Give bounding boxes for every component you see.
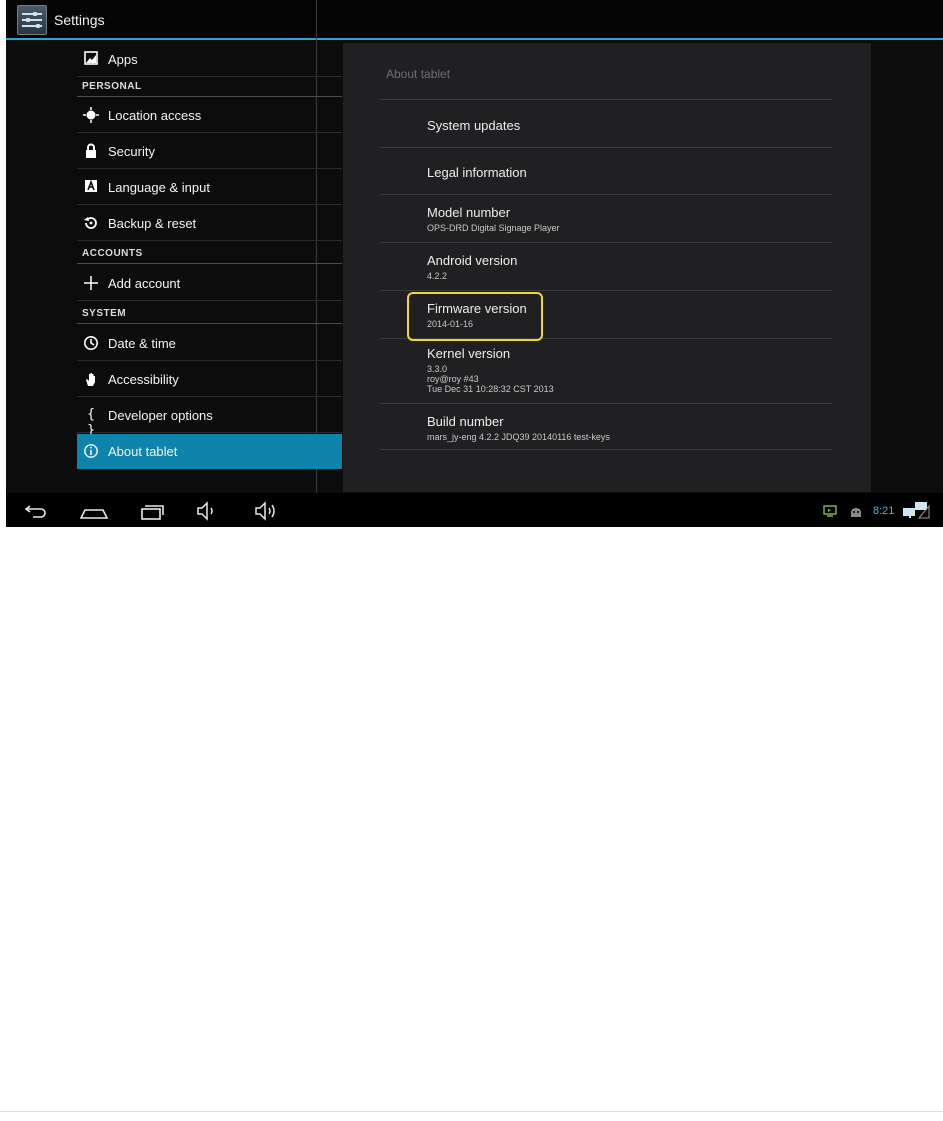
- volume-down-icon: [197, 501, 213, 521]
- settings-item-label: About tablet: [108, 444, 178, 459]
- settings-item-backup-reset[interactable]: Backup & reset: [77, 206, 342, 241]
- clock-icon: [83, 335, 99, 351]
- row-build-number: Build number mars_jy-eng 4.2.2 JDQ39 201…: [380, 403, 832, 449]
- section-header-label: SYSTEM: [82, 308, 127, 319]
- home-button[interactable]: [79, 500, 109, 522]
- settings-item-about-tablet[interactable]: About tablet: [77, 434, 342, 469]
- row-title: Android version: [427, 253, 518, 268]
- section-header-label: ACCOUNTS: [82, 248, 143, 259]
- volume-down-button[interactable]: [193, 500, 223, 522]
- section-header-system: SYSTEM: [77, 304, 342, 324]
- info-icon: [83, 443, 99, 459]
- home-icon: [79, 509, 109, 519]
- row-model-number: Model number OPS-DRD Digital Signage Pla…: [380, 194, 832, 242]
- braces-icon: { }: [87, 407, 95, 438]
- section-header-label: PERSONAL: [82, 81, 142, 92]
- system-nav-bar: 8:21: [6, 493, 943, 527]
- row-title: Kernel version: [427, 346, 511, 361]
- tablet-screen: Settings Apps PERSONAL Location access S…: [6, 0, 943, 527]
- plus-icon: [83, 275, 99, 291]
- volume-up-button[interactable]: [251, 500, 281, 522]
- firmware-highlight-box: [407, 292, 543, 341]
- back-arrow-icon: [24, 505, 46, 518]
- settings-item-label: Security: [108, 144, 155, 159]
- row-value: OPS-DRD Digital Signage Player: [427, 223, 560, 233]
- apps-image-icon: [83, 51, 99, 67]
- settings-item-security[interactable]: Security: [77, 134, 342, 169]
- row-kernel-version: Kernel version 3.3.0 roy@roy #43 Tue Dec…: [380, 338, 832, 403]
- panel-title: About tablet: [386, 67, 451, 81]
- settings-app-icon[interactable]: [17, 5, 47, 35]
- keyboard-a-icon: [83, 179, 99, 195]
- app-title: Settings: [54, 12, 105, 28]
- volume-up-icon: [255, 501, 275, 521]
- settings-item-label: Date & time: [108, 336, 176, 351]
- screen-notification-icon[interactable]: [823, 504, 837, 522]
- settings-item-language-input[interactable]: Language & input: [77, 170, 342, 205]
- settings-item-label: Add account: [108, 276, 181, 291]
- action-bar: Settings: [6, 0, 943, 40]
- settings-item-developer-options[interactable]: { } Developer options: [77, 398, 342, 438]
- row-title: Model number: [427, 205, 511, 220]
- row-value: 4.2.2: [427, 271, 448, 281]
- section-header-personal: PERSONAL: [77, 77, 342, 97]
- settings-item-label: Developer options: [108, 408, 213, 423]
- row-value-line: Tue Dec 31 10:28:32 CST 2013: [427, 384, 554, 394]
- settings-item-label: Apps: [108, 52, 138, 67]
- settings-item-apps[interactable]: Apps: [77, 42, 342, 77]
- recent-apps-icon: [141, 505, 164, 520]
- settings-item-accessibility[interactable]: Accessibility: [77, 362, 342, 397]
- restore-icon: [83, 215, 99, 231]
- settings-item-label: Location access: [108, 108, 202, 123]
- recent-apps-button[interactable]: [137, 500, 167, 522]
- settings-item-label: Backup & reset: [108, 216, 197, 231]
- settings-item-label: Accessibility: [108, 372, 179, 387]
- status-clock[interactable]: 8:21: [873, 505, 894, 517]
- row-value: mars_jy-eng 4.2.2 JDQ39 20140116 test-ke…: [427, 432, 610, 442]
- settings-list: Apps PERSONAL Location access Security L…: [77, 42, 342, 492]
- back-button[interactable]: [21, 500, 51, 522]
- section-header-accounts: ACCOUNTS: [77, 244, 342, 264]
- row-title: Build number: [427, 414, 504, 429]
- android-debug-icon[interactable]: [849, 505, 863, 523]
- row-system-updates[interactable]: System updates: [380, 99, 832, 147]
- about-tablet-panel: About tablet System updates Legal inform…: [343, 43, 871, 492]
- network-ethernet-icon[interactable]: [901, 501, 931, 524]
- page-divider: [0, 1111, 943, 1112]
- row-legal-information[interactable]: Legal information: [380, 147, 832, 194]
- lock-icon: [83, 143, 99, 159]
- row-android-version[interactable]: Android version 4.2.2: [380, 242, 832, 290]
- row-title: System updates: [427, 118, 521, 133]
- settings-item-label: Language & input: [108, 180, 210, 195]
- settings-item-add-account[interactable]: Add account: [77, 266, 342, 301]
- hand-icon: [83, 371, 99, 387]
- list-divider: [380, 449, 832, 450]
- settings-item-date-time[interactable]: Date & time: [77, 326, 342, 361]
- location-target-icon: [83, 107, 99, 123]
- settings-item-location-access[interactable]: Location access: [77, 98, 342, 133]
- row-title: Legal information: [427, 165, 527, 180]
